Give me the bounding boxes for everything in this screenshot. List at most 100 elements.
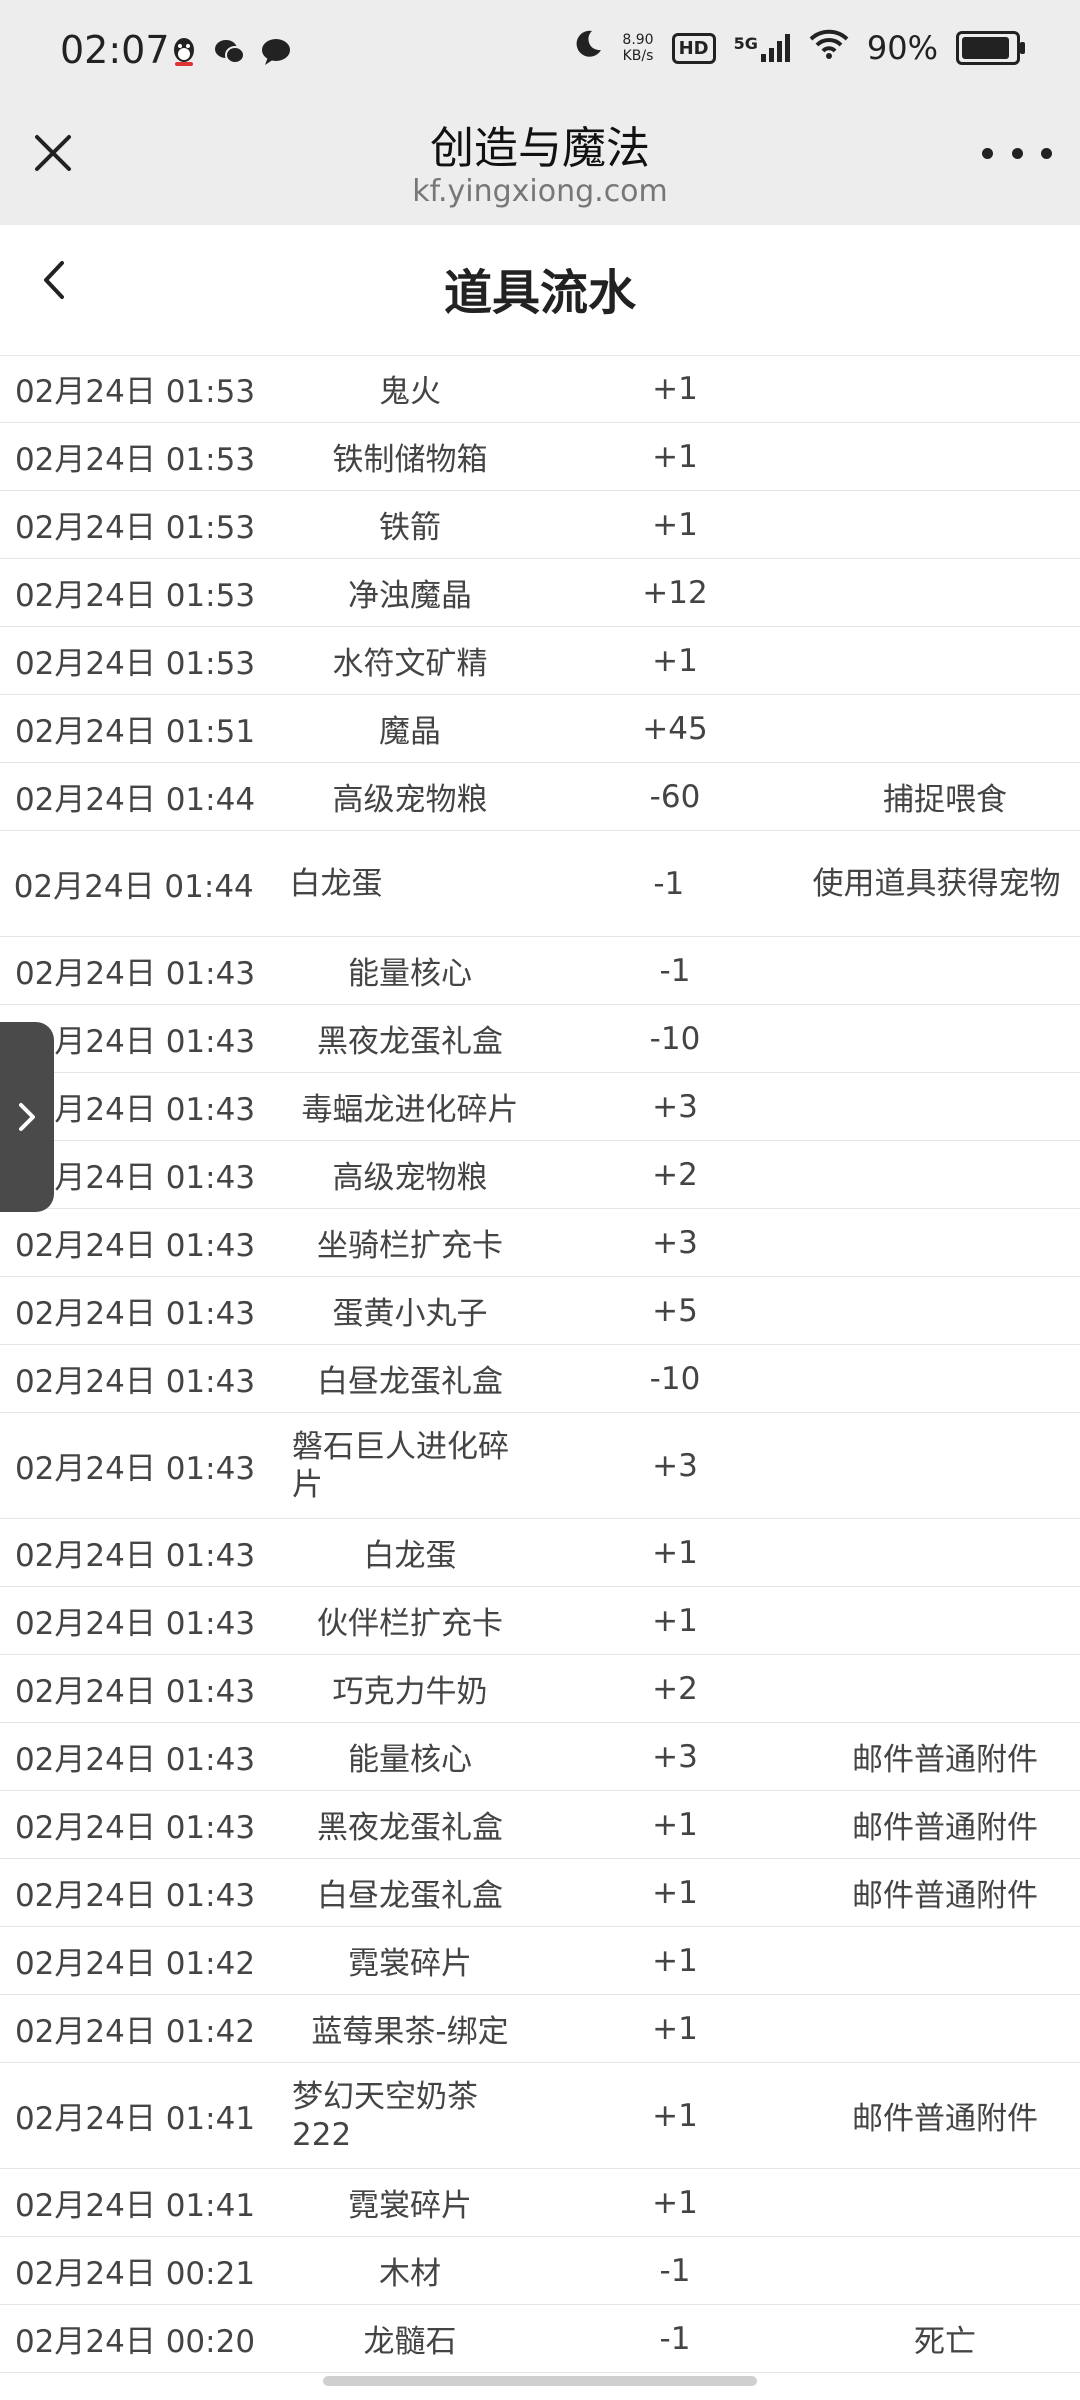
table-row: 02月24日 01:43 巧克力牛奶 +2 <box>0 1655 1080 1723</box>
row-item-cell: 水符文矿精 <box>270 638 540 683</box>
row-item-name: 坐骑栏扩充卡 <box>317 1228 503 1264</box>
row-time: 02月24日 01:53 <box>14 510 256 546</box>
more-dot-icon <box>982 147 993 159</box>
row-item-name: 梦幻天空奶茶222 <box>292 2078 478 2153</box>
row-item-cell: 磐石巨人进化碎片 <box>270 1428 540 1504</box>
row-item-cell: 白龙蛋 <box>267 865 535 903</box>
row-amount: -60 <box>649 778 701 815</box>
table-row: 02月24日 01:44 高级宠物粮 -60 捕捉喂食 <box>0 763 1080 831</box>
table-row: 02月24日 01:43 坐骑栏扩充卡 +3 <box>0 1209 1080 1277</box>
row-time: 02月24日 01:43 <box>14 1878 256 1914</box>
row-item-name: 白昼龙蛋礼盒 <box>317 1878 503 1914</box>
moon-icon <box>572 28 604 68</box>
signal-icon: 5G <box>734 34 791 62</box>
table-row: 02月24日 00:20 龙髓石 -1 死亡 <box>0 2305 1080 2373</box>
more-dot-icon <box>1041 147 1052 159</box>
row-amount: -1 <box>659 2320 691 2357</box>
row-item-name: 霓裳碎片 <box>348 2188 472 2224</box>
qq-icon <box>168 36 200 68</box>
row-amount: +12 <box>642 574 708 611</box>
row-time: 02月24日 01:53 <box>14 578 256 614</box>
row-time: 02月24日 01:43 <box>14 1296 256 1332</box>
table-row: 02月24日 01:43 磐石巨人进化碎片 +3 <box>0 1413 1080 1519</box>
home-indicator[interactable] <box>323 2376 757 2386</box>
row-amount: +1 <box>652 2010 698 2047</box>
row-amount: +1 <box>652 438 698 475</box>
row-amount: +45 <box>642 710 708 747</box>
row-item-name: 能量核心 <box>348 1742 472 1778</box>
row-item-cell: 魔晶 <box>270 706 540 751</box>
row-amount: +1 <box>652 370 698 407</box>
row-item-cell: 霓裳碎片 <box>270 2180 540 2225</box>
wechat-icon <box>214 36 246 68</box>
row-note: 邮件普通附件 <box>852 1810 1038 1846</box>
row-time: 02月24日 01:42 <box>14 2014 256 2050</box>
row-item-cell: 毒蝠龙进化碎片 <box>270 1084 540 1129</box>
row-item-name: 黑夜龙蛋礼盒 <box>317 1024 503 1060</box>
hd-badge: HD <box>671 32 716 64</box>
row-item-cell: 鬼火 <box>270 366 540 411</box>
row-item-name: 毒蝠龙进化碎片 <box>301 1092 519 1128</box>
row-time: 02月24日 01:41 <box>14 2101 256 2137</box>
row-item-name: 白龙蛋 <box>289 865 383 902</box>
table-row: 02月24日 01:53 铁箭 +1 <box>0 491 1080 559</box>
row-time: 02月24日 01:44 <box>14 782 256 818</box>
row-item-name: 魔晶 <box>379 714 441 750</box>
side-expand-tab[interactable] <box>0 1022 54 1212</box>
table-row: 02月24日 01:44 白龙蛋 -1 使用道具获得宠物 <box>0 831 1080 937</box>
table-row: 02月24日 01:43 伙伴栏扩充卡 +1 <box>0 1587 1080 1655</box>
row-time: 02月24日 01:44 <box>13 869 254 905</box>
row-item-name: 磐石巨人进化碎片 <box>292 1428 509 1503</box>
row-amount: +1 <box>652 1806 698 1843</box>
row-amount: +1 <box>652 1534 698 1571</box>
row-time: 02月24日 01:43 <box>14 1810 256 1846</box>
row-time: 02月24日 01:43 <box>14 1606 256 1642</box>
row-amount: -1 <box>659 952 691 989</box>
table-row: 02月24日 01:43 黑夜龙蛋礼盒 -10 <box>0 1005 1080 1073</box>
row-amount: -10 <box>649 1020 701 1057</box>
row-amount: +3 <box>652 1224 698 1261</box>
row-time: 02月24日 01:43 <box>14 1364 256 1400</box>
row-item-name: 巧克力牛奶 <box>332 1674 488 1710</box>
row-item-name: 铁制储物箱 <box>332 442 488 478</box>
browser-title: 创造与魔法 <box>430 123 650 174</box>
row-item-cell: 坐骑栏扩充卡 <box>270 1220 540 1265</box>
row-note: 使用道具获得宠物 <box>812 865 1061 902</box>
row-amount: -10 <box>649 1360 701 1397</box>
row-amount: +1 <box>652 506 698 543</box>
page-header: 道具流水 <box>0 225 1080 356</box>
row-item-name: 白龙蛋 <box>363 1538 457 1574</box>
row-time: 02月24日 01:43 <box>14 1674 256 1710</box>
row-item-name: 铁箭 <box>379 510 441 546</box>
row-item-name: 水符文矿精 <box>332 646 488 682</box>
row-item-cell: 高级宠物粮 <box>270 774 540 819</box>
table-row: 02月24日 01:42 霓裳碎片 +1 <box>0 1927 1080 1995</box>
row-item-cell: 梦幻天空奶茶222 <box>270 2078 540 2154</box>
status-bar: 02:07 8.90 KB/s HD 5G 90% <box>0 0 1080 100</box>
table-row: 02月24日 01:43 能量核心 -1 <box>0 937 1080 1005</box>
battery-fill <box>962 37 1009 59</box>
row-item-name: 高级宠物粮 <box>332 782 488 818</box>
page-title: 道具流水 <box>443 265 636 321</box>
row-amount: +1 <box>652 2097 698 2134</box>
row-amount: +1 <box>652 2184 698 2221</box>
item-log-table: 02月24日 01:53 鬼火 +1 02月24日 01:53 铁制储物箱 +1 02月24… <box>0 355 1080 2373</box>
battery-percent: 90% <box>866 29 938 67</box>
table-row: 02月24日 01:51 魔晶 +45 <box>0 695 1080 763</box>
row-item-name: 黑夜龙蛋礼盒 <box>317 1810 503 1846</box>
row-item-name: 鬼火 <box>379 374 441 410</box>
table-row: 02月24日 01:53 鬼火 +1 <box>0 355 1080 423</box>
net-speed-unit: KB/s <box>622 48 654 64</box>
row-note: 邮件普通附件 <box>852 1742 1038 1778</box>
table-row: 02月24日 01:43 蛋黄小丸子 +5 <box>0 1277 1080 1345</box>
row-amount: +1 <box>652 1942 698 1979</box>
row-item-cell: 蛋黄小丸子 <box>270 1288 540 1333</box>
row-item-cell: 白昼龙蛋礼盒 <box>270 1870 540 1915</box>
row-amount: -1 <box>653 865 685 902</box>
row-item-cell: 黑夜龙蛋礼盒 <box>270 1802 540 1847</box>
row-item-cell: 巧克力牛奶 <box>270 1666 540 1711</box>
row-item-name: 霓裳碎片 <box>348 1946 472 1982</box>
more-options-button[interactable] <box>982 138 1052 168</box>
row-amount: +1 <box>652 1874 698 1911</box>
row-note: 死亡 <box>914 2324 976 2360</box>
